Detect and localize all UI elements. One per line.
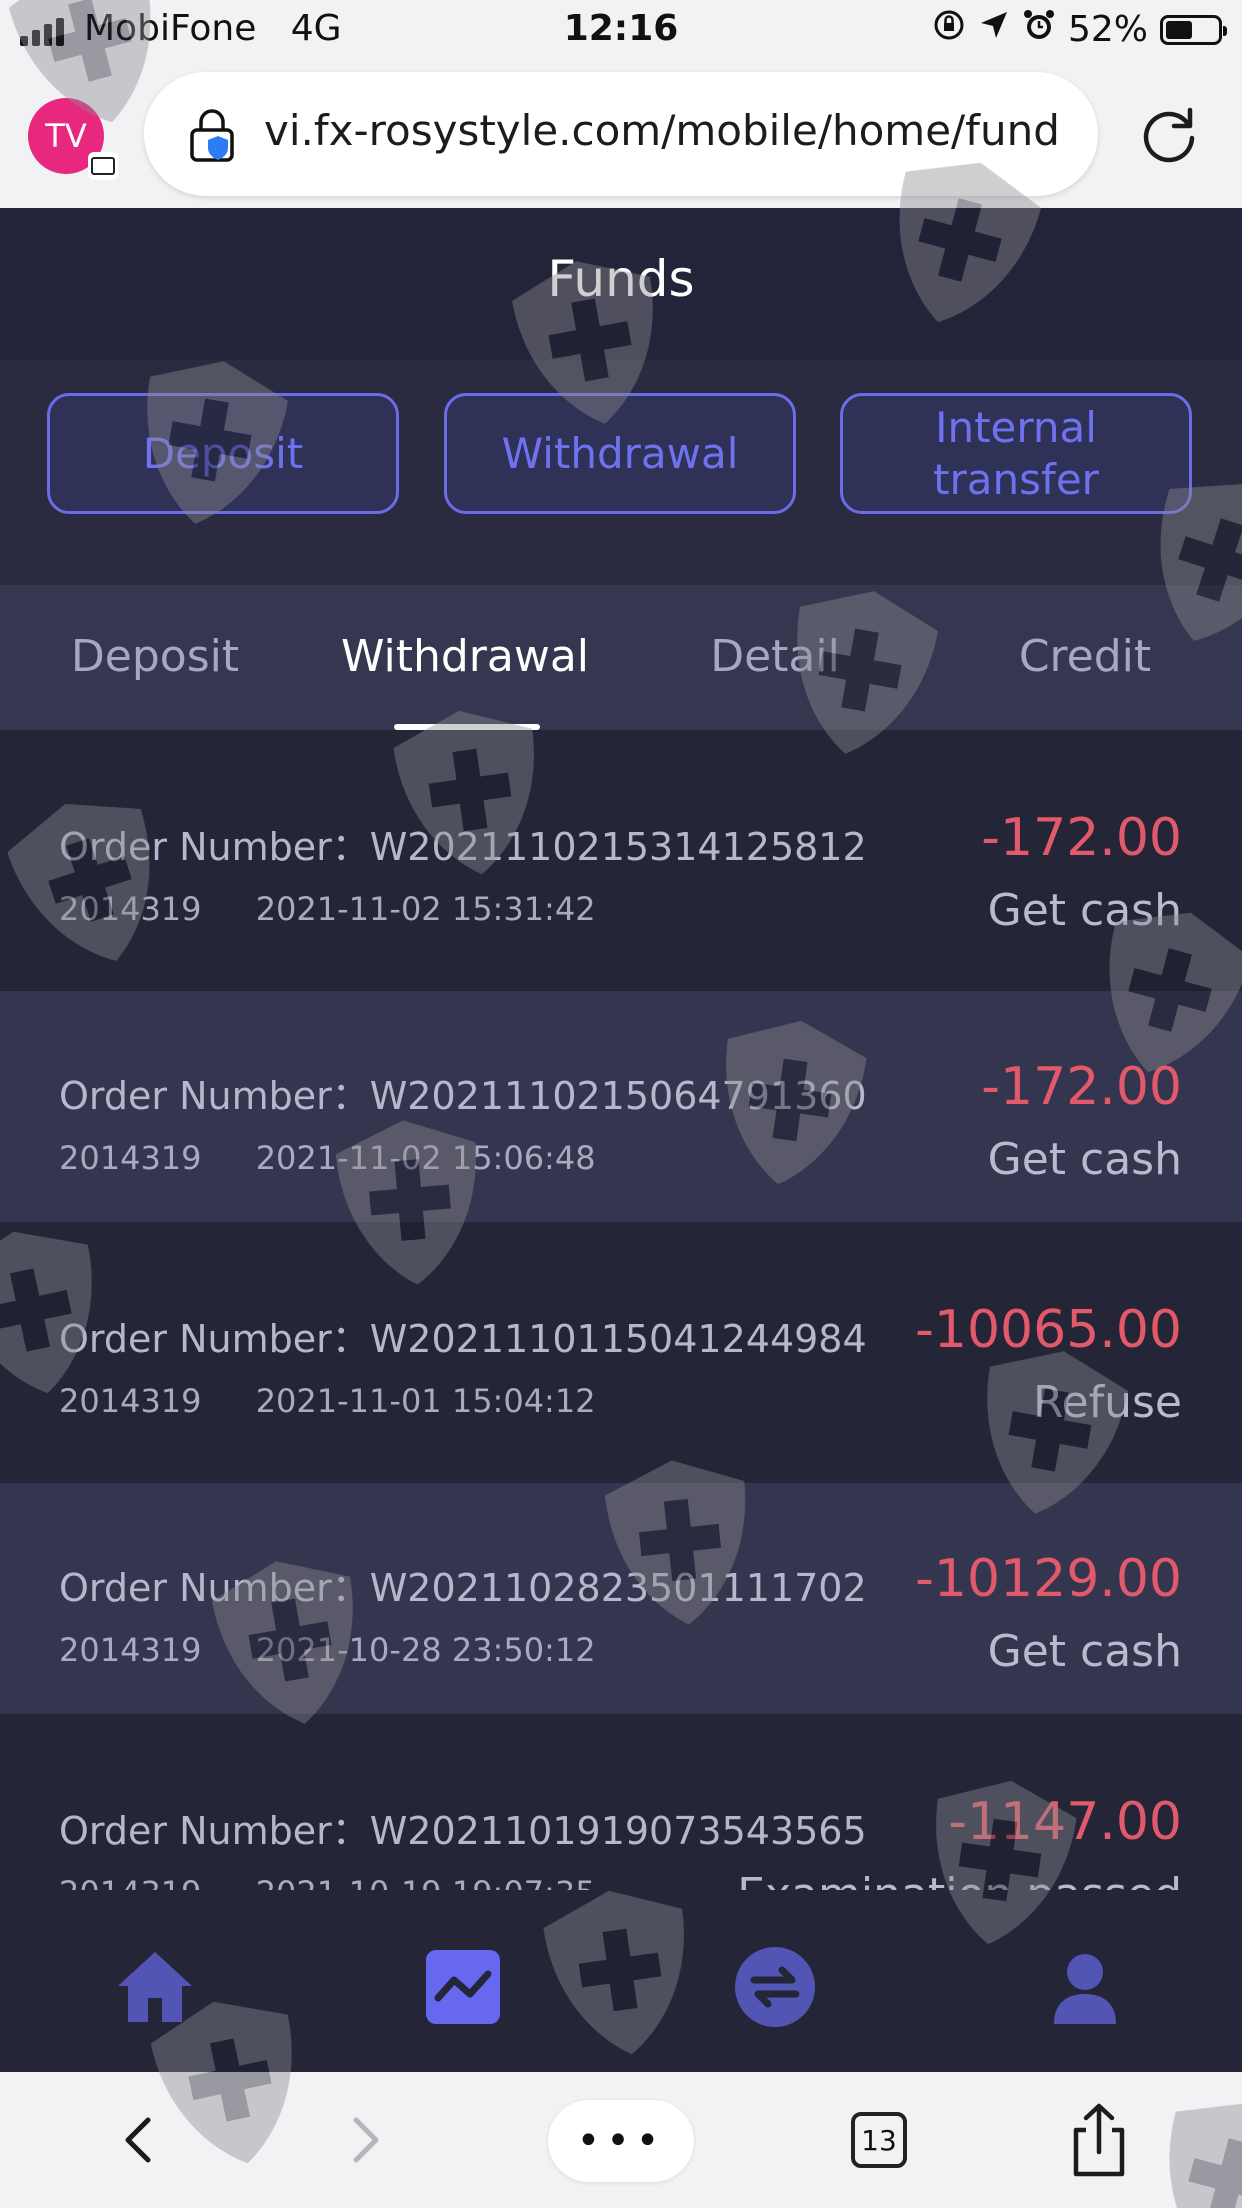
location-icon (978, 9, 1010, 50)
withdrawal-button-label: Withdrawal (501, 428, 739, 478)
deposit-button[interactable]: Deposit (47, 393, 399, 514)
withdrawal-record-list: Order Number：W20211102153141258​12 20143… (0, 730, 1242, 1975)
record-date: 2021-11-01 15:04:12 (255, 1382, 596, 1420)
order-number: Order Number：W20211102153141258​12 (59, 825, 867, 869)
profile-avatar[interactable]: TV (28, 98, 118, 180)
reload-icon[interactable] (1138, 104, 1200, 166)
orientation-lock-icon (932, 8, 966, 51)
withdrawal-button[interactable]: Withdrawal (444, 393, 796, 514)
account-number: 2014319 (59, 1382, 202, 1420)
exchange-icon[interactable] (730, 1942, 820, 2032)
order-number: Order Number：W2021101919073543565 (59, 1809, 867, 1853)
record-meta: 2014319 2021-11-02 15:06:48 (59, 1139, 596, 1177)
chart-icon[interactable] (418, 1942, 508, 2032)
record-amount: -1147.00 (948, 1792, 1182, 1852)
deposit-button-label: Deposit (142, 428, 304, 478)
record-meta: 2014319 2021-10-28 23:50:12 (59, 1631, 596, 1669)
record-meta: 2014319 2021-11-01 15:04:12 (59, 1382, 596, 1420)
record-amount: -172.00 (981, 808, 1182, 868)
more-menu-button[interactable]: ••• (548, 2100, 694, 2182)
alarm-icon (1022, 8, 1056, 51)
internal-transfer-button-label: Internal transfer (933, 402, 1099, 504)
order-number: Order Number：W2021102823501111702 (59, 1566, 867, 1610)
record-meta: 2014319 2021-11-02 15:31:42 (59, 890, 596, 928)
record-amount: -10065.00 (915, 1300, 1182, 1360)
account-number: 2014319 (59, 1139, 202, 1177)
order-number: Order Number：W2021110215064791360 (59, 1074, 867, 1118)
back-icon[interactable] (118, 2100, 158, 2180)
record-amount: -172.00 (981, 1057, 1182, 1117)
forward-icon[interactable] (346, 2100, 386, 2180)
account-number: 2014319 (59, 890, 202, 928)
record-status: Get cash (987, 885, 1182, 936)
record-amount: -10129.00 (915, 1549, 1182, 1609)
tabs-count-button[interactable]: 13 (851, 2112, 907, 2168)
list-item[interactable]: Order Number：W2021110115041244984 201431… (0, 1222, 1242, 1483)
list-item[interactable]: Order Number：W2021102823501111702 201431… (0, 1483, 1242, 1714)
lock-icon (190, 109, 234, 162)
page-header: Funds (0, 208, 1242, 360)
order-number: Order Number：W2021110115041244984 (59, 1317, 867, 1361)
battery-icon (1160, 14, 1227, 45)
list-item[interactable]: Order Number：W20211102153141258​12 20143… (0, 730, 1242, 991)
account-number: 2014319 (59, 1631, 202, 1669)
record-date: 2021-11-02 15:06:48 (255, 1139, 596, 1177)
app-bottom-nav (0, 1890, 1242, 2072)
briefcase-icon (88, 152, 118, 180)
battery-percent: 52% (1067, 9, 1148, 50)
record-status: Get cash (987, 1626, 1182, 1677)
page-title: Funds (547, 250, 695, 308)
record-date: 2021-11-02 15:31:42 (255, 890, 596, 928)
tab-detail[interactable]: Detail (620, 631, 930, 682)
internal-transfer-button[interactable]: Internal transfer (840, 393, 1192, 514)
record-tabs: Deposit Withdrawal Detail Credit (0, 585, 1242, 730)
browser-address-row: TV vi.fx-rosystyle.com/mobile/home/fund (0, 62, 1242, 208)
profile-initials: TV (45, 117, 87, 155)
fund-actions: Deposit Withdrawal Internal transfer (0, 360, 1242, 585)
user-icon[interactable] (1040, 1942, 1130, 2032)
tab-withdrawal[interactable]: Withdrawal (310, 631, 620, 682)
record-status: Get cash (987, 1134, 1182, 1185)
browser-toolbar: ••• 13 (0, 2072, 1242, 2208)
address-bar[interactable]: vi.fx-rosystyle.com/mobile/home/fund (144, 72, 1098, 196)
tab-deposit[interactable]: Deposit (0, 631, 310, 682)
record-date: 2021-10-28 23:50:12 (255, 1631, 596, 1669)
status-indicators: 52% (932, 8, 1227, 51)
list-item[interactable]: Order Number：W2021110215064791360 201431… (0, 991, 1242, 1222)
url-text: vi.fx-rosystyle.com/mobile/home/fund (264, 106, 1060, 155)
battery-fill (1166, 20, 1192, 39)
status-bar: MobiFone 4G 12:16 52% (0, 0, 1242, 62)
tab-credit[interactable]: Credit (930, 631, 1240, 682)
share-icon[interactable] (1068, 2100, 1130, 2180)
record-status: Refuse (1032, 1377, 1182, 1428)
home-icon[interactable] (110, 1942, 200, 2032)
